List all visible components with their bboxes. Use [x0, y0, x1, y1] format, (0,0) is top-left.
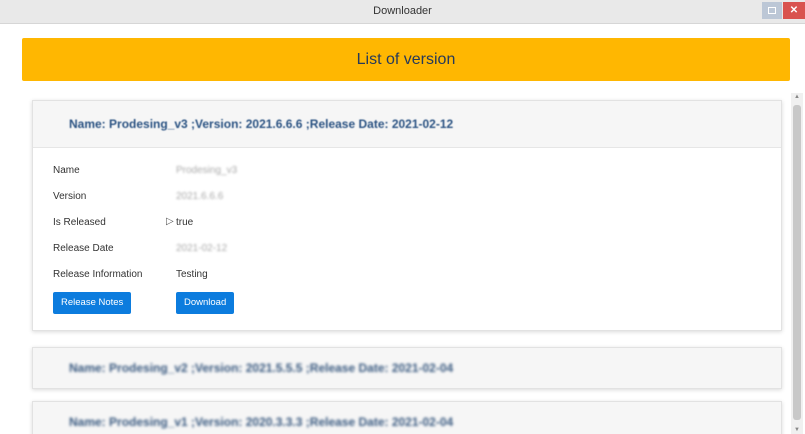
version-card[interactable]: Name: Prodesing_v1 ;Version: 2020.3.3.3 … [32, 401, 782, 434]
restore-icon [768, 6, 776, 14]
detail-row-version: Version 2021.6.6.6 [33, 184, 781, 210]
detail-label: Version [53, 191, 87, 202]
detail-value: Prodesing_v3 [176, 165, 238, 176]
download-button[interactable]: Download [176, 292, 235, 314]
detail-label: Is Released [53, 217, 106, 228]
version-card-body: Name Prodesing_v3 Version 2021.6.6.6 Is … [33, 148, 781, 330]
window-titlebar: Downloader ✕ [0, 0, 805, 24]
detail-row-name: Name Prodesing_v3 [33, 158, 781, 184]
close-icon: ✕ [789, 5, 799, 16]
scroll-down-icon[interactable]: ▼ [791, 427, 803, 433]
version-card-header[interactable]: Name: Prodesing_v1 ;Version: 2020.3.3.3 … [33, 402, 781, 434]
version-card-header[interactable]: Name: Prodesing_v2 ;Version: 2021.5.5.5 … [33, 348, 781, 388]
window-title: Downloader [373, 5, 432, 17]
version-card-title: Name: Prodesing_v1 ;Version: 2020.3.3.3 … [69, 415, 454, 429]
detail-row-date: Release Date 2021-02-12 [33, 236, 781, 262]
page-title: List of version [356, 51, 456, 68]
mouse-cursor-icon: ▷ [166, 216, 174, 227]
scroll-up-icon[interactable]: ▲ [791, 94, 803, 100]
detail-value: 2021-02-12 [176, 243, 228, 254]
vertical-scrollbar[interactable]: ▲ ▼ [791, 93, 803, 434]
card-actions: Release Notes Download [33, 290, 781, 316]
version-card-title: Name: Prodesing_v3 ;Version: 2021.6.6.6 … [69, 117, 454, 131]
version-card-header[interactable]: Name: Prodesing_v3 ;Version: 2021.6.6.6 … [33, 101, 781, 148]
detail-label: Name [53, 165, 80, 176]
version-list: Name: Prodesing_v3 ;Version: 2021.6.6.6 … [22, 95, 790, 434]
restore-button[interactable] [762, 2, 782, 19]
version-card[interactable]: Name: Prodesing_v2 ;Version: 2021.5.5.5 … [32, 347, 782, 389]
page-header-banner: List of version [22, 38, 790, 81]
detail-value: Testing [176, 269, 208, 280]
detail-label: Release Date [53, 243, 114, 254]
detail-value: 2021.6.6.6 [176, 191, 224, 202]
close-button[interactable]: ✕ [783, 2, 805, 19]
version-card: Name: Prodesing_v3 ;Version: 2021.6.6.6 … [32, 100, 782, 331]
scroll-thumb[interactable] [793, 105, 801, 420]
detail-value: true [176, 217, 194, 228]
detail-row-info: Release Information Testing [33, 262, 781, 288]
detail-label: Release Information [53, 269, 143, 280]
version-card-title: Name: Prodesing_v2 ;Version: 2021.5.5.5 … [69, 361, 454, 375]
detail-row-released: Is Released ▷ true [33, 210, 781, 236]
release-notes-button[interactable]: Release Notes [53, 292, 132, 314]
